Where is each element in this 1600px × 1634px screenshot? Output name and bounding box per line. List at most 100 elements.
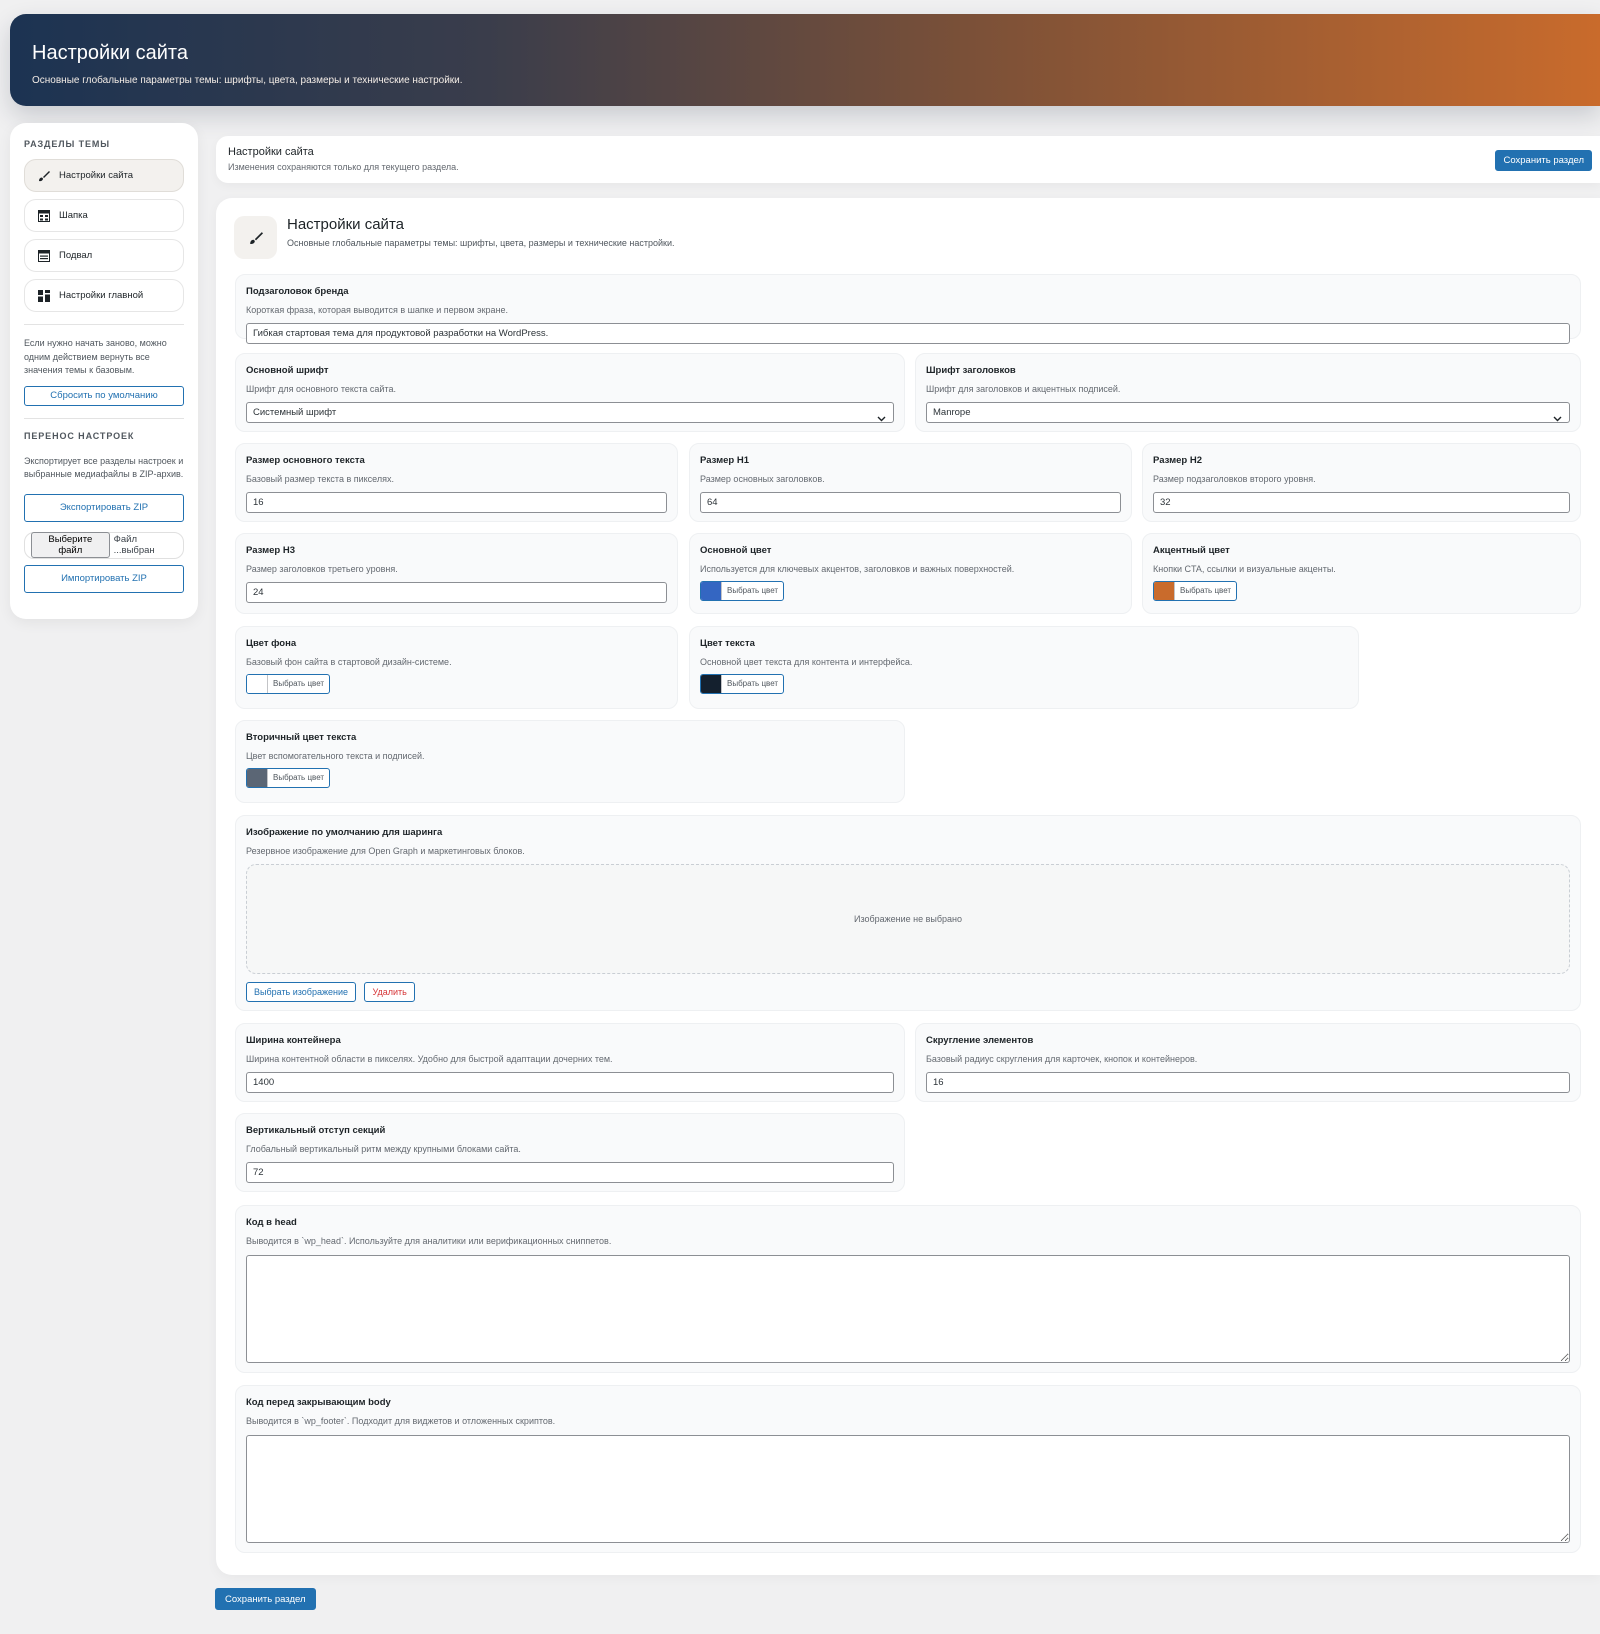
sidebar-item-label: Подвал bbox=[59, 250, 93, 261]
field-card-heading-font: Шрифт заголовков Шрифт для заголовков и … bbox=[915, 353, 1581, 432]
sidebar-divider bbox=[24, 417, 184, 419]
field-card-container-width: Ширина контейнера Ширина контентной обла… bbox=[235, 1023, 905, 1102]
accent-color-picker[interactable]: Выбрать цвет bbox=[1153, 581, 1238, 601]
sidebar-item-label: Настройки главной bbox=[59, 290, 144, 301]
field-label: Подзаголовок бренда bbox=[246, 286, 349, 297]
file-status: Файл ...выбран bbox=[113, 534, 155, 556]
bar-subtitle: Изменения сохраняются только для текущег… bbox=[228, 162, 459, 172]
save-section-button[interactable]: Сохранить раздел bbox=[1495, 150, 1592, 171]
panel-subtitle: Основные глобальные параметры темы: шриф… bbox=[287, 238, 675, 248]
chevron-down-icon bbox=[877, 410, 886, 429]
panel-header: Настройки сайта Основные глобальные пара… bbox=[234, 216, 675, 259]
field-description: Основной цвет текста для контента и инте… bbox=[700, 657, 913, 667]
theme-sections-sidebar: РАЗДЕЛЫ ТЕМЫ Настройки сайта Шапка Подва… bbox=[10, 123, 198, 619]
field-label: Размер H2 bbox=[1153, 455, 1202, 466]
select-image-button[interactable]: Выбрать изображение bbox=[246, 982, 357, 1002]
color-swatch bbox=[701, 582, 722, 600]
brush-icon bbox=[234, 216, 277, 259]
bg-color-picker[interactable]: Выбрать цвет bbox=[246, 674, 331, 694]
color-swatch bbox=[701, 675, 722, 693]
field-label: Ширина контейнера bbox=[246, 1035, 341, 1046]
field-label: Скругление элементов bbox=[926, 1035, 1034, 1046]
sidebar-item-home-settings[interactable]: Настройки главной bbox=[24, 279, 184, 312]
field-description: Выводится в `wp_footer`. Подходит для ви… bbox=[246, 1416, 556, 1426]
field-card-primary-color: Основной цвет Используется для ключевых … bbox=[689, 533, 1132, 614]
field-card-bg-color: Цвет фона Базовый фон сайта в стартовой … bbox=[235, 626, 678, 709]
container-width-input[interactable]: 1400 bbox=[246, 1072, 894, 1093]
footer-icon bbox=[37, 249, 51, 263]
field-description: Базовый размер текста в пикселях. bbox=[246, 474, 394, 484]
field-card-section-spacing: Вертикальный отступ секций Глобальный ве… bbox=[235, 1113, 905, 1192]
save-section-bottom-button[interactable]: Сохранить раздел bbox=[215, 1588, 316, 1610]
field-card-body-size: Размер основного текста Базовый размер т… bbox=[235, 443, 678, 522]
sections-heading: РАЗДЕЛЫ ТЕМЫ bbox=[24, 139, 110, 149]
h2-size-input[interactable]: 32 bbox=[1153, 492, 1570, 513]
field-card-body-font: Основной шрифт Шрифт для основного текст… bbox=[235, 353, 905, 432]
hero-subtitle: Основные глобальные параметры темы: шриф… bbox=[32, 75, 463, 86]
field-description: Размер заголовков третьего уровня. bbox=[246, 564, 398, 574]
body-font-select[interactable]: Системный шрифт bbox=[246, 402, 894, 423]
sidebar-item-header[interactable]: Шапка bbox=[24, 199, 184, 232]
field-description: Шрифт для заголовков и акцентных подписе… bbox=[926, 384, 1121, 394]
export-zip-button[interactable]: Экспортировать ZIP bbox=[24, 493, 184, 522]
field-label: Изображение по умолчанию для шаринга bbox=[246, 827, 443, 838]
color-swatch bbox=[1154, 582, 1175, 600]
field-card-h3-size: Размер H3 Размер заголовков третьего уро… bbox=[235, 533, 678, 614]
settings-panel: Настройки сайта Основные глобальные пара… bbox=[216, 198, 1600, 1575]
field-description: Резервное изображение для Open Graph и м… bbox=[246, 846, 525, 856]
body-size-input[interactable]: 16 bbox=[246, 492, 667, 513]
import-file-picker[interactable]: Выберите файл Файл ...выбран bbox=[24, 531, 184, 559]
field-label: Вертикальный отступ секций bbox=[246, 1125, 386, 1136]
head-code-textarea[interactable] bbox=[246, 1255, 1570, 1363]
h1-size-input[interactable]: 64 bbox=[700, 492, 1121, 513]
sidebar-item-label: Настройки сайта bbox=[59, 170, 134, 181]
field-description: Короткая фраза, которая выводится в шапк… bbox=[246, 305, 509, 315]
heading-font-select[interactable]: Manrope bbox=[926, 402, 1570, 423]
reset-defaults-button[interactable]: Сбросить по умолчанию bbox=[24, 385, 184, 406]
field-card-accent-color: Акцентный цвет Кнопки CTA, ссылки и визу… bbox=[1142, 533, 1581, 614]
field-label: Цвет фона bbox=[246, 638, 297, 649]
field-card-secondary-text-color: Вторичный цвет текста Цвет вспомогательн… bbox=[235, 720, 905, 803]
field-card-body-code: Код перед закрывающим body Выводится в `… bbox=[235, 1385, 1581, 1553]
color-picker-label: Выбрать цвет bbox=[273, 679, 325, 688]
color-picker-label: Выбрать цвет bbox=[727, 679, 779, 688]
field-card-h1-size: Размер H1 Размер основных заголовков. 64 bbox=[689, 443, 1132, 522]
field-label: Размер H3 bbox=[246, 545, 295, 556]
field-description: Размер основных заголовков. bbox=[700, 474, 825, 484]
field-description: Используется для ключевых акцентов, заго… bbox=[700, 564, 1015, 574]
brush-icon bbox=[37, 169, 51, 183]
section-save-bar: Настройки сайта Изменения сохраняются то… bbox=[216, 136, 1600, 183]
brand-subtitle-input[interactable]: Гибкая стартовая тема для продуктовой ра… bbox=[246, 323, 1570, 344]
color-picker-label: Выбрать цвет bbox=[1180, 586, 1232, 595]
section-spacing-input[interactable]: 72 bbox=[246, 1162, 894, 1183]
radius-input[interactable]: 16 bbox=[926, 1072, 1570, 1093]
field-description: Базовый радиус скругления для карточек, … bbox=[926, 1054, 1198, 1064]
field-label: Основной шрифт bbox=[246, 365, 329, 376]
primary-color-picker[interactable]: Выбрать цвет bbox=[700, 581, 785, 601]
choose-file-button[interactable]: Выберите файл bbox=[31, 532, 110, 558]
field-card-head-code: Код в head Выводится в `wp_head`. Исполь… bbox=[235, 1205, 1581, 1373]
body-code-textarea[interactable] bbox=[246, 1435, 1570, 1543]
field-label: Акцентный цвет bbox=[1153, 545, 1230, 556]
field-label: Основной цвет bbox=[700, 545, 772, 556]
field-card-share-image: Изображение по умолчанию для шаринга Рез… bbox=[235, 815, 1581, 1011]
field-description: Цвет вспомогательного текста и подписей. bbox=[246, 751, 425, 761]
image-actions: Выбрать изображение Удалить bbox=[246, 982, 1570, 1002]
field-label: Вторичный цвет текста bbox=[246, 732, 357, 743]
selected-value: Manrope bbox=[933, 407, 971, 418]
sidebar-divider bbox=[24, 324, 184, 325]
secondary-text-color-picker[interactable]: Выбрать цвет bbox=[246, 768, 331, 788]
field-label: Размер основного текста bbox=[246, 455, 365, 466]
transfer-description: Экспортирует все разделы настроек и выбр… bbox=[24, 455, 184, 480]
remove-image-button[interactable]: Удалить bbox=[364, 982, 415, 1002]
import-zip-button[interactable]: Импортировать ZIP bbox=[24, 564, 184, 593]
field-label: Шрифт заголовков bbox=[926, 365, 1016, 376]
h3-size-input[interactable]: 24 bbox=[246, 582, 667, 603]
sidebar-item-label: Шапка bbox=[59, 210, 88, 221]
panel-title: Настройки сайта bbox=[287, 216, 404, 233]
field-description: Глобальный вертикальный ритм между крупн… bbox=[246, 1144, 521, 1154]
sidebar-item-footer[interactable]: Подвал bbox=[24, 239, 184, 272]
field-card-h2-size: Размер H2 Размер подзаголовков второго у… bbox=[1142, 443, 1581, 522]
sidebar-item-site-settings[interactable]: Настройки сайта bbox=[24, 159, 184, 192]
text-color-picker[interactable]: Выбрать цвет bbox=[700, 674, 785, 694]
